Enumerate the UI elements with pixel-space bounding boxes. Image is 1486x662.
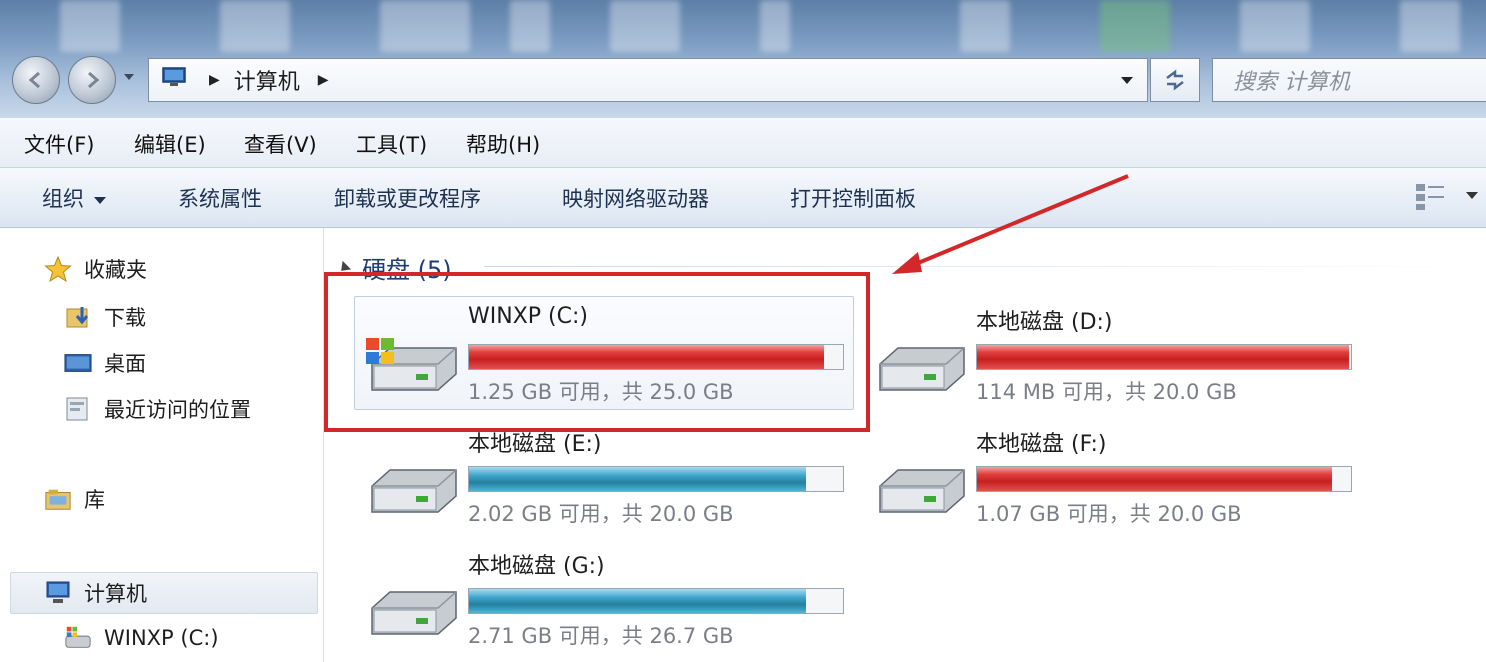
arrow-right-icon (88, 71, 100, 89)
sidebar-item-label: 下载 (104, 306, 146, 330)
drive-usage-bar (468, 466, 844, 492)
breadcrumb-computer[interactable]: 计算机 (234, 64, 300, 96)
sidebar-item-computer[interactable]: 计算机 (44, 578, 147, 608)
background-blur (380, 0, 470, 52)
system-properties-button[interactable]: 系统属性 (178, 183, 262, 213)
breadcrumb-separator-icon[interactable]: ▶ (318, 72, 329, 88)
sidebar-item-winxp-c[interactable]: WINXP (C:) (64, 624, 219, 652)
view-options-icon (1416, 184, 1444, 210)
forward-button[interactable] (68, 56, 116, 104)
hard-drive-icon (870, 456, 968, 522)
drive-free-space: 114 MB 可用，共 20.0 GB (976, 380, 1237, 404)
drive-free-space: 2.71 GB 可用，共 26.7 GB (468, 624, 734, 648)
drive-name: 本地磁盘 (F:) (976, 432, 1107, 457)
drive-name: 本地磁盘 (D:) (976, 310, 1113, 335)
computer-icon (161, 66, 187, 94)
change-view-button[interactable] (1414, 182, 1448, 216)
star-icon (44, 255, 72, 283)
menu-help[interactable]: 帮助(H) (466, 129, 540, 159)
recent-pages-dropdown[interactable] (124, 74, 134, 80)
desktop-icon (64, 349, 92, 377)
view-dropdown-icon[interactable] (1466, 192, 1478, 199)
search-placeholder: 搜索 计算机 (1233, 70, 1350, 95)
address-bar[interactable]: ▶ 计算机 ▶ (148, 58, 1148, 102)
refresh-button[interactable] (1150, 58, 1200, 102)
menu-bar: 文件(F) 编辑(E) 查看(V) 工具(T) 帮助(H) (0, 118, 1486, 168)
drive-usage-fill (469, 467, 806, 491)
annotation-highlight-box (324, 272, 870, 432)
uninstall-program-button[interactable]: 卸载或更改程序 (334, 183, 481, 213)
group-divider (484, 266, 1484, 267)
sidebar-item-label: 桌面 (104, 352, 146, 376)
background-blur (1100, 0, 1170, 52)
downloads-folder-icon (64, 303, 92, 331)
drive-usage-fill (977, 345, 1350, 369)
background-blur (220, 0, 290, 52)
sidebar-item-libraries[interactable]: 库 (44, 484, 105, 514)
background-blur (1400, 0, 1460, 52)
sidebar-item-label: WINXP (C:) (104, 626, 219, 650)
hard-drive-icon (870, 334, 968, 400)
sidebar-item-label: 库 (84, 488, 105, 512)
drive-tile-d[interactable]: 本地磁盘 (D:) 114 MB 可用，共 20.0 GB (862, 298, 1362, 408)
organize-button[interactable]: 组织 (42, 183, 106, 213)
sidebar-item-desktop[interactable]: 桌面 (64, 348, 146, 378)
navigation-pane: 收藏夹 下载 桌面 最近访问的位置 库 计算机 WINXP (C:) (0, 228, 324, 662)
breadcrumb-separator-icon[interactable]: ▶ (209, 72, 220, 88)
back-button[interactable] (12, 56, 60, 104)
drive-free-space: 1.07 GB 可用，共 20.0 GB (976, 502, 1242, 526)
background-blur (1240, 0, 1310, 52)
drive-tile-g[interactable]: 本地磁盘 (G:) 2.71 GB 可用，共 26.7 GB (354, 542, 854, 652)
recent-places-icon (64, 395, 92, 423)
drive-tile-f[interactable]: 本地磁盘 (F:) 1.07 GB 可用，共 20.0 GB (862, 420, 1362, 530)
menu-tools[interactable]: 工具(T) (356, 129, 427, 159)
drive-usage-bar (468, 588, 844, 614)
sidebar-item-downloads[interactable]: 下载 (64, 302, 146, 332)
chevron-down-icon (94, 196, 106, 204)
drive-free-space: 2.02 GB 可用，共 20.0 GB (468, 502, 734, 526)
sidebar-item-label: 收藏夹 (84, 258, 147, 282)
address-history-dropdown[interactable] (1121, 77, 1133, 84)
menu-edit[interactable]: 编辑(E) (134, 129, 206, 159)
drive-usage-fill (469, 589, 806, 613)
windows-drive-icon (64, 624, 92, 652)
drive-usage-bar (976, 344, 1352, 370)
computer-icon (44, 579, 72, 607)
open-control-panel-button[interactable]: 打开控制面板 (790, 183, 916, 213)
drive-tile-e[interactable]: 本地磁盘 (E:) 2.02 GB 可用，共 20.0 GB (354, 420, 854, 530)
background-blur (960, 0, 1010, 52)
sidebar-item-label: 最近访问的位置 (104, 398, 251, 422)
sidebar-item-label: 计算机 (84, 582, 147, 606)
background-blur (60, 0, 120, 52)
background-blur (610, 0, 680, 52)
map-network-drive-button[interactable]: 映射网络驱动器 (562, 183, 709, 213)
drive-name: 本地磁盘 (G:) (468, 554, 605, 579)
sidebar-item-favorites[interactable]: 收藏夹 (44, 254, 147, 284)
command-bar: 组织 系统属性 卸载或更改程序 映射网络驱动器 打开控制面板 (0, 168, 1486, 228)
library-icon (44, 485, 72, 513)
menu-file[interactable]: 文件(F) (24, 129, 94, 159)
hard-drive-icon (362, 578, 460, 644)
drive-usage-fill (977, 467, 1333, 491)
sidebar-item-recent-places[interactable]: 最近访问的位置 (64, 394, 251, 424)
drive-usage-bar (976, 466, 1352, 492)
menu-view[interactable]: 查看(V) (244, 129, 317, 159)
refresh-icon (1166, 69, 1184, 91)
organize-label: 组织 (42, 187, 84, 211)
background-blur (510, 0, 550, 52)
search-input[interactable]: 搜索 计算机 (1212, 58, 1486, 102)
arrow-left-icon (28, 71, 40, 89)
background-blur (760, 0, 790, 52)
hard-drive-icon (362, 456, 460, 522)
